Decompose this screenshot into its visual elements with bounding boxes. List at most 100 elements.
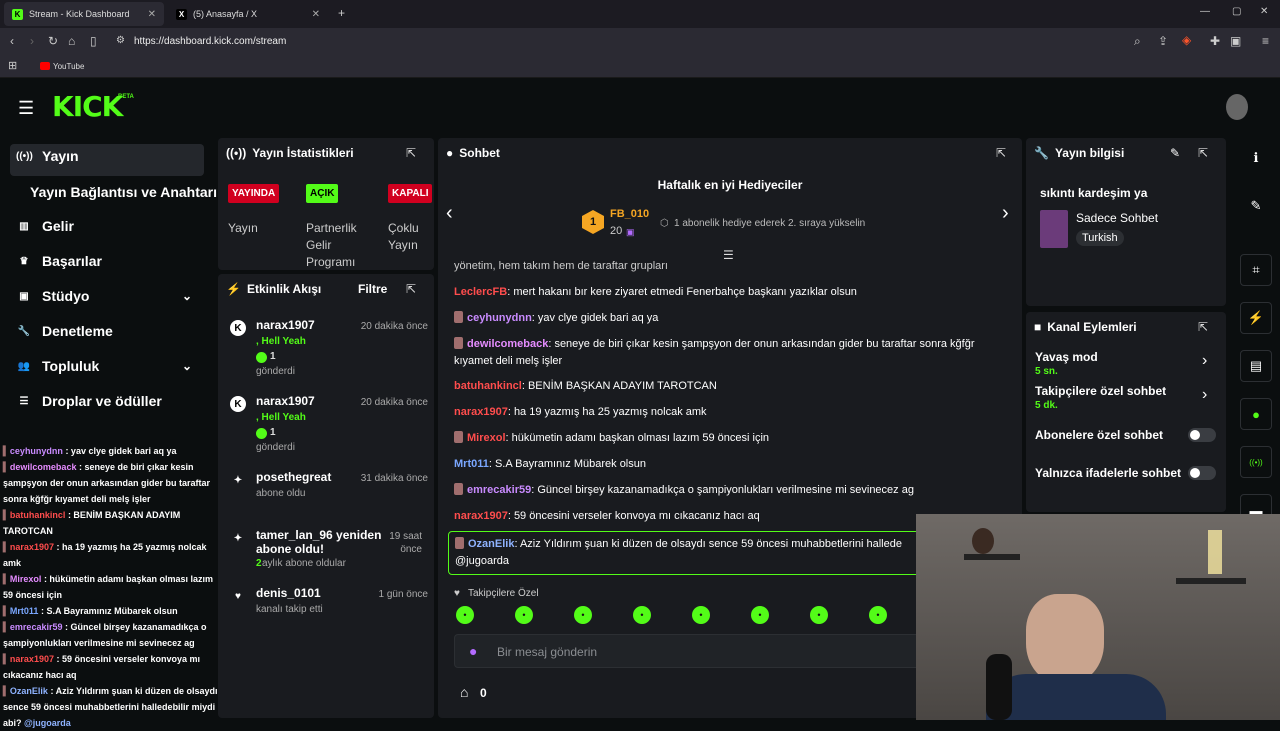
chat-username[interactable]: narax1907 xyxy=(454,406,508,418)
forward-icon[interactable]: › xyxy=(30,34,34,48)
back-icon[interactable]: ‹ xyxy=(10,34,14,48)
chat-username[interactable]: dewilcomeback xyxy=(467,338,548,350)
kick-logo[interactable]: KICK xyxy=(52,90,123,123)
chat-username[interactable]: emrecakir59 xyxy=(467,484,531,496)
toggle-switch[interactable] xyxy=(1188,466,1216,480)
zoom-icon[interactable]: ⌕ xyxy=(1134,34,1141,49)
bookmark-youtube[interactable]: YouTube xyxy=(53,62,84,71)
top-gifter-name[interactable]: FB_010 xyxy=(610,208,649,220)
emote-icon[interactable]: • xyxy=(456,606,474,624)
emote-icon[interactable]: • xyxy=(633,606,651,624)
emote-icon[interactable]: • xyxy=(810,606,828,624)
chevron-down-icon[interactable]: ⌄ xyxy=(182,289,192,303)
bookmark-icon[interactable]: ▯ xyxy=(90,34,97,48)
next-arrow-icon[interactable]: › xyxy=(1002,202,1009,225)
nav-item[interactable]: 👥 Topluluk ⌄ xyxy=(16,358,192,374)
hamburger-menu-icon[interactable]: ☰ xyxy=(18,98,34,119)
emote-icon[interactable]: • xyxy=(515,606,533,624)
chat-username[interactable]: dewilcomeback xyxy=(10,462,77,472)
nav-item[interactable]: ☰ Droplar ve ödüller xyxy=(16,393,162,409)
document-icon[interactable]: ▤ xyxy=(1240,350,1272,382)
emote-icon[interactable]: • xyxy=(751,606,769,624)
chat-icon[interactable]: ● xyxy=(1240,398,1272,430)
url-text[interactable]: https://dashboard.kick.com/stream xyxy=(134,36,286,47)
edit-icon[interactable]: ✎ xyxy=(1170,146,1180,160)
chat-input[interactable]: ● Bir mesaj gönderin xyxy=(454,634,924,668)
language-tag[interactable]: Turkish xyxy=(1076,230,1124,246)
action-label[interactable]: Abonelere özel sohbet xyxy=(1035,428,1163,442)
activity-user[interactable]: posethegreat xyxy=(256,470,346,484)
chat-username[interactable]: Mirexol xyxy=(10,574,42,584)
nav-item[interactable]: ((•)) Yayın xyxy=(16,148,79,164)
popout-icon[interactable]: ⇱ xyxy=(406,146,416,160)
prev-arrow-icon[interactable]: ‹ xyxy=(446,202,453,225)
close-tab-icon[interactable]: ✕ xyxy=(148,9,156,20)
chat-username[interactable]: Mrt011 xyxy=(10,606,39,616)
brave-shield-icon[interactable]: ◈ xyxy=(1182,33,1191,47)
chat-username[interactable]: ceyhunydnn xyxy=(10,446,63,456)
nav-item[interactable]: 🔧 Denetleme xyxy=(16,323,113,339)
popout-icon[interactable]: ⇱ xyxy=(1198,320,1208,334)
category-name[interactable]: Sadece Sohbet xyxy=(1076,211,1158,225)
chat-mention[interactable]: @jugoarda xyxy=(455,555,509,567)
avatar[interactable] xyxy=(1226,94,1248,120)
emote-icon[interactable]: • xyxy=(574,606,592,624)
store-icon[interactable]: ⌂ xyxy=(460,684,468,700)
action-label[interactable]: Yavaş mod xyxy=(1035,350,1098,364)
maximize-icon[interactable]: ▢ xyxy=(1232,6,1241,17)
microphone-icon[interactable]: ● xyxy=(469,643,477,659)
toggle-switch[interactable] xyxy=(1188,428,1216,442)
chat-username[interactable]: narax1907 xyxy=(10,654,54,664)
close-tab-icon[interactable]: ✕ xyxy=(312,9,320,20)
emote-icon[interactable]: • xyxy=(869,606,887,624)
nav-item[interactable]: ♛ Başarılar xyxy=(16,253,102,269)
filter-button[interactable]: Filtre xyxy=(358,282,387,296)
chevron-right-icon[interactable]: › xyxy=(1202,386,1207,404)
share-icon[interactable]: ⇪ xyxy=(1158,34,1168,48)
chat-username[interactable]: narax1907 xyxy=(10,542,54,552)
activity-user[interactable]: narax1907 xyxy=(256,394,346,408)
activity-user[interactable]: tamer_lan_96 yeniden abone oldu! xyxy=(256,528,384,556)
apps-grid-icon[interactable]: ⊞ xyxy=(8,59,17,72)
home-icon[interactable]: ⌂ xyxy=(68,34,75,48)
close-window-icon[interactable]: ✕ xyxy=(1260,6,1268,17)
browser-tab-x[interactable]: X (5) Anasayfa / X ✕ xyxy=(168,2,328,26)
activity-user[interactable]: narax1907 xyxy=(256,318,346,332)
chat-username[interactable]: Mirexol xyxy=(467,432,506,444)
crop-icon[interactable]: ⌗ xyxy=(1240,254,1272,286)
browser-tab-kick[interactable]: K Stream - Kick Dashboard ✕ xyxy=(4,2,164,26)
site-info-icon[interactable]: ⚙ xyxy=(116,35,125,46)
chevron-down-icon[interactable]: ⌄ xyxy=(182,359,192,373)
action-label[interactable]: Takipçilere özel sohbet xyxy=(1035,384,1166,398)
new-tab-icon[interactable]: + xyxy=(338,6,345,20)
chevron-right-icon[interactable]: › xyxy=(1202,352,1207,370)
chat-username[interactable]: OzanElik xyxy=(468,538,514,550)
highlighted-message[interactable]: OzanElik: Aziz Yıldırım şuan ki düzen de… xyxy=(448,531,928,575)
emote-tab-label[interactable]: Takipçilere Özel xyxy=(468,588,539,599)
chat-username[interactable]: ceyhunydnn xyxy=(467,312,532,324)
popout-icon[interactable]: ⇱ xyxy=(996,146,1006,160)
popout-icon[interactable]: ⇱ xyxy=(406,282,416,296)
extensions-icon[interactable]: ✚ xyxy=(1210,34,1220,48)
nav-item[interactable]: Yayın Bağlantısı ve Anahtarı xyxy=(30,184,217,200)
chat-username[interactable]: batuhankincl xyxy=(454,380,522,392)
chat-username[interactable]: emrecakir59 xyxy=(10,622,63,632)
menu-icon[interactable]: ≡ xyxy=(1262,34,1269,48)
wallet-icon[interactable]: ▣ xyxy=(1230,34,1241,48)
chat-username[interactable]: narax1907 xyxy=(454,510,508,522)
nav-item[interactable]: ▥ Gelir xyxy=(16,218,74,234)
action-label[interactable]: Yalnızca ifadelerle sohbet xyxy=(1035,466,1181,480)
minimize-icon[interactable]: — xyxy=(1200,6,1210,17)
chat-username[interactable]: LeclercFB xyxy=(454,286,507,298)
activity-user[interactable]: denis_0101 xyxy=(256,586,346,600)
popout-icon[interactable]: ⇱ xyxy=(1198,146,1208,160)
chat-username[interactable]: OzanElik xyxy=(10,686,48,696)
category-thumbnail[interactable] xyxy=(1040,210,1068,248)
broadcast-icon[interactable]: ((•)) xyxy=(1240,446,1272,478)
emote-icon[interactable]: • xyxy=(692,606,710,624)
collapse-icon[interactable]: ☰ xyxy=(723,248,734,262)
reload-icon[interactable]: ↻ xyxy=(48,34,58,48)
pencil-icon[interactable]: ✎ xyxy=(1240,190,1272,222)
chat-username[interactable]: batuhankincl xyxy=(10,510,66,520)
lightning-icon[interactable]: ⚡ xyxy=(1240,302,1272,334)
